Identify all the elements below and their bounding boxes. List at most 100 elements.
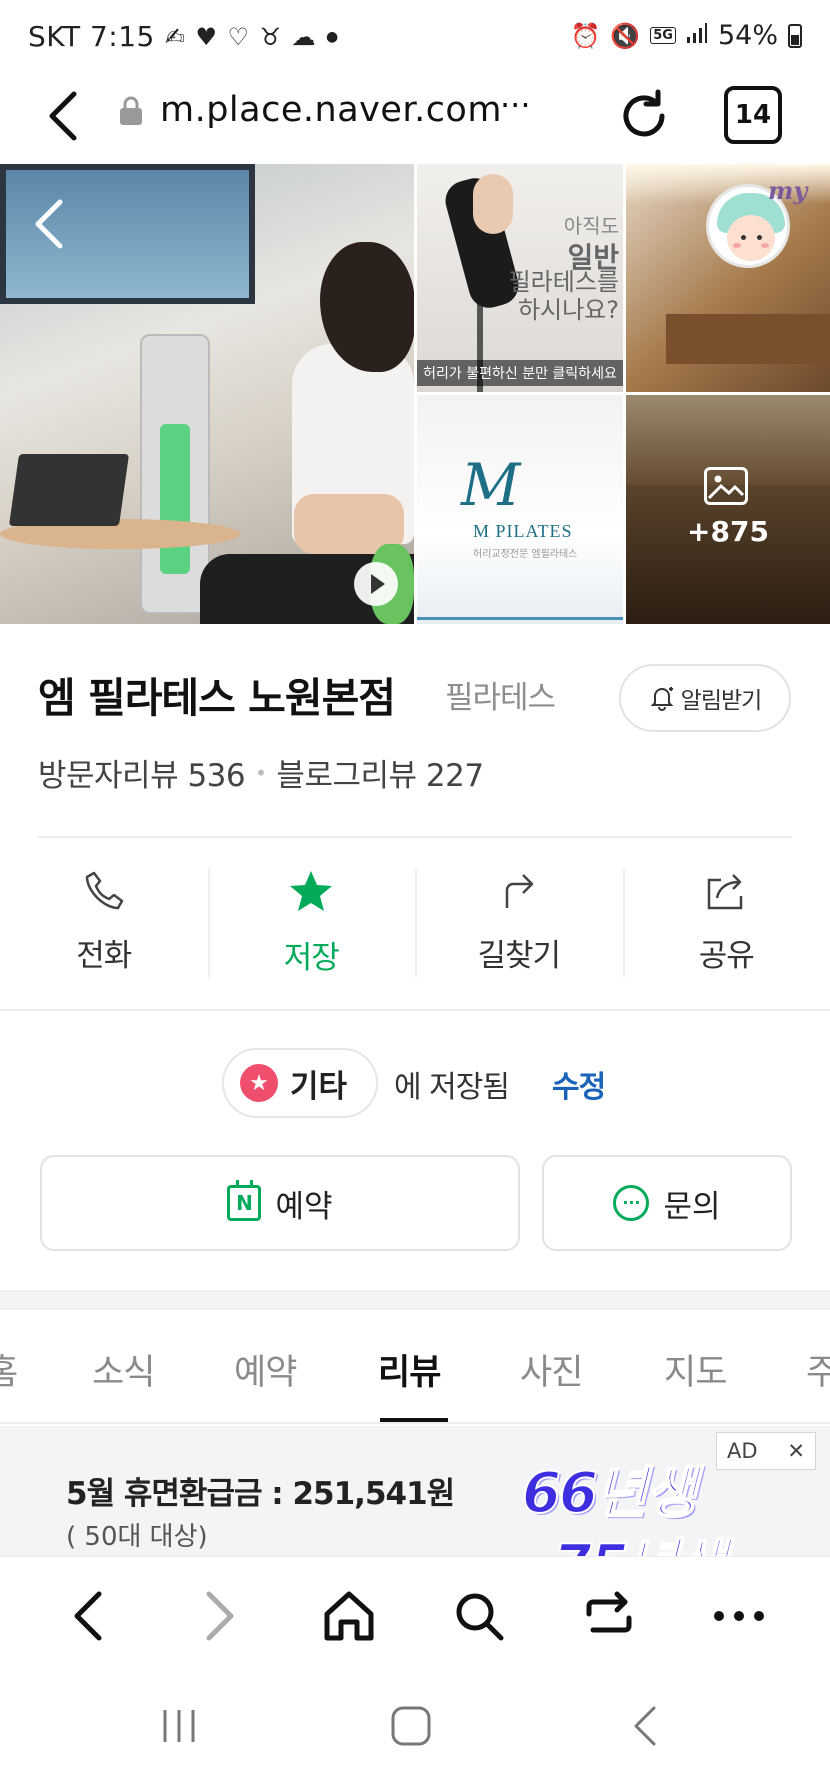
tab-photos[interactable]: 사진 (520, 1344, 583, 1395)
home-icon (324, 1591, 374, 1641)
phone-icon (85, 871, 123, 910)
tab-news[interactable]: 소식 (92, 1344, 155, 1395)
separator-dot: • (255, 760, 267, 785)
tab-reviews[interactable]: 리뷰 (378, 1344, 441, 1395)
recent-apps-button[interactable] (144, 1698, 214, 1754)
photo-kiosk-panel-shape (160, 424, 190, 574)
chevron-left-icon (49, 91, 77, 141)
main-photo[interactable] (0, 164, 414, 624)
bell-icon (650, 687, 674, 711)
visitor-reviews-link[interactable]: 방문자리뷰 536 (38, 750, 246, 795)
directions-label: 길찾기 (477, 938, 561, 974)
save-label: 저장 (283, 940, 340, 976)
photo-2[interactable]: 아직도 일반 필라테스를 하시나요? 허리가 불편하신 분만 클릭하세요 (417, 164, 623, 392)
tab-more[interactable]: 주 (806, 1344, 830, 1395)
edit-saved-link[interactable]: 수정 (552, 1062, 606, 1106)
browser-toolbar (0, 1556, 830, 1672)
photo-laptop-shape (8, 454, 130, 526)
reload-icon (623, 89, 665, 137)
sign-icon: ✍ (164, 22, 186, 51)
back-button[interactable] (44, 86, 104, 152)
avatar-face-shape (727, 215, 775, 261)
notify-label: 알림받기 (680, 688, 763, 714)
naver-calendar-icon: N (227, 1180, 262, 1221)
call-button[interactable]: 전화 (0, 838, 208, 1008)
url-bar: m.place.naver.com ··· 14 (0, 74, 830, 164)
reserve-button[interactable]: N 예약 (40, 1155, 520, 1251)
browser-home-button[interactable] (314, 1581, 384, 1651)
share-button[interactable]: 공유 (622, 838, 830, 1008)
photo2-text-1: 아직도 (563, 214, 619, 238)
status-bar: SKT 7:15 ✍ ♥ ♡ ♉ ☁ ● ⏰ 🔇 5G 54% (0, 0, 830, 74)
photo-5-more[interactable]: +875 (626, 395, 830, 624)
avatar-eye-shape (741, 235, 746, 240)
section-divider (0, 1290, 830, 1310)
tab-reservation[interactable]: 예약 (234, 1344, 297, 1395)
system-navigation (0, 1672, 830, 1780)
network-type: 5G (650, 27, 676, 44)
notify-button[interactable]: 알림받기 (619, 664, 791, 732)
star-icon (290, 871, 333, 911)
url-text[interactable]: m.place.naver.com (160, 90, 502, 130)
ad-graphic-text-2: ~75년생 (507, 1520, 729, 1556)
save-button[interactable]: 저장 (207, 838, 416, 1008)
search-icon (456, 1593, 504, 1641)
ad-close-icon[interactable]: ✕ (787, 1439, 805, 1463)
switch-icon (586, 1591, 632, 1633)
browser-more-button[interactable] (704, 1581, 774, 1651)
signal-icon (686, 20, 708, 51)
alarm-icon: ⏰ (570, 21, 601, 50)
ad-graphic-text-1: 66년생 (521, 1460, 698, 1527)
saved-folder-label: 기타 (290, 1068, 348, 1105)
tab-row: 홈 소식 예약 리뷰 사진 지도 주 (0, 1310, 830, 1424)
recent-apps-icon (163, 1710, 195, 1742)
system-back-button[interactable] (610, 1698, 680, 1754)
saved-folder-chip[interactable]: ★ 기타 (222, 1048, 378, 1118)
play-icon[interactable] (354, 562, 398, 606)
directions-button[interactable]: 길찾기 (415, 838, 623, 1008)
tabs-button[interactable]: 14 (724, 86, 782, 144)
chat-bubble-icon: ··· (613, 1185, 650, 1221)
browser-switch-button[interactable] (574, 1581, 644, 1651)
browser-search-button[interactable] (444, 1581, 514, 1651)
mpilates-logo: M (461, 451, 521, 519)
more-photos-count: +875 (687, 515, 769, 548)
image-icon (704, 467, 748, 505)
battery-percent: 54% (717, 20, 778, 51)
more-notifications-dot-icon: ● (326, 28, 339, 45)
avatar-cheek-shape (733, 243, 741, 248)
browser-back-button[interactable] (54, 1581, 124, 1651)
cloud-icon: ☁ (291, 22, 316, 51)
photo-4[interactable]: M M PILATES 허리교정전문 엠필라테스 (417, 395, 623, 624)
browser-forward-button[interactable] (184, 1581, 254, 1651)
divider (0, 1009, 830, 1011)
avatar-cheek-shape (761, 243, 769, 248)
tab-home[interactable]: 홈 (0, 1344, 18, 1395)
photo-accent-line (417, 617, 623, 620)
home-square-icon (391, 1706, 431, 1746)
more-horizontal-icon (714, 1611, 764, 1621)
reviews-line: 방문자리뷰 536 • 블로그리뷰 227 (38, 750, 484, 795)
ad-badge: AD ✕ (716, 1432, 816, 1470)
reserve-label: 예약 (275, 1188, 333, 1225)
blog-reviews-link[interactable]: 블로그리뷰 227 (276, 750, 484, 795)
system-home-button[interactable] (376, 1698, 446, 1754)
photo-3[interactable]: my (626, 164, 830, 392)
ad-banner[interactable]: 5월 휴면환급금 : 251,541원 ( 50대 대상) 66년생 ~75년생… (0, 1426, 830, 1556)
gallery-back-button[interactable] (30, 194, 80, 254)
mpilates-logo-name: M PILATES (473, 521, 573, 541)
star-badge-icon: ★ (240, 1064, 278, 1102)
place-category: 필라테스 (445, 680, 556, 716)
ad-label: AD (727, 1439, 758, 1463)
photo-dim-overlay (626, 395, 830, 624)
inquiry-button[interactable]: ··· 문의 (542, 1155, 792, 1251)
photo2-text-3a: 필라테스를 (508, 268, 619, 296)
call-label: 전화 (76, 938, 132, 974)
tab-map[interactable]: 지도 (664, 1344, 727, 1395)
reload-button[interactable] (614, 86, 678, 150)
status-left: SKT 7:15 ✍ ♥ ♡ ♉ ☁ ● (28, 20, 339, 53)
mute-icon: 🔇 (610, 21, 641, 50)
photo-person-skin-shape (473, 174, 513, 234)
avatar-label: my (768, 176, 808, 205)
share-label: 공유 (698, 938, 755, 974)
